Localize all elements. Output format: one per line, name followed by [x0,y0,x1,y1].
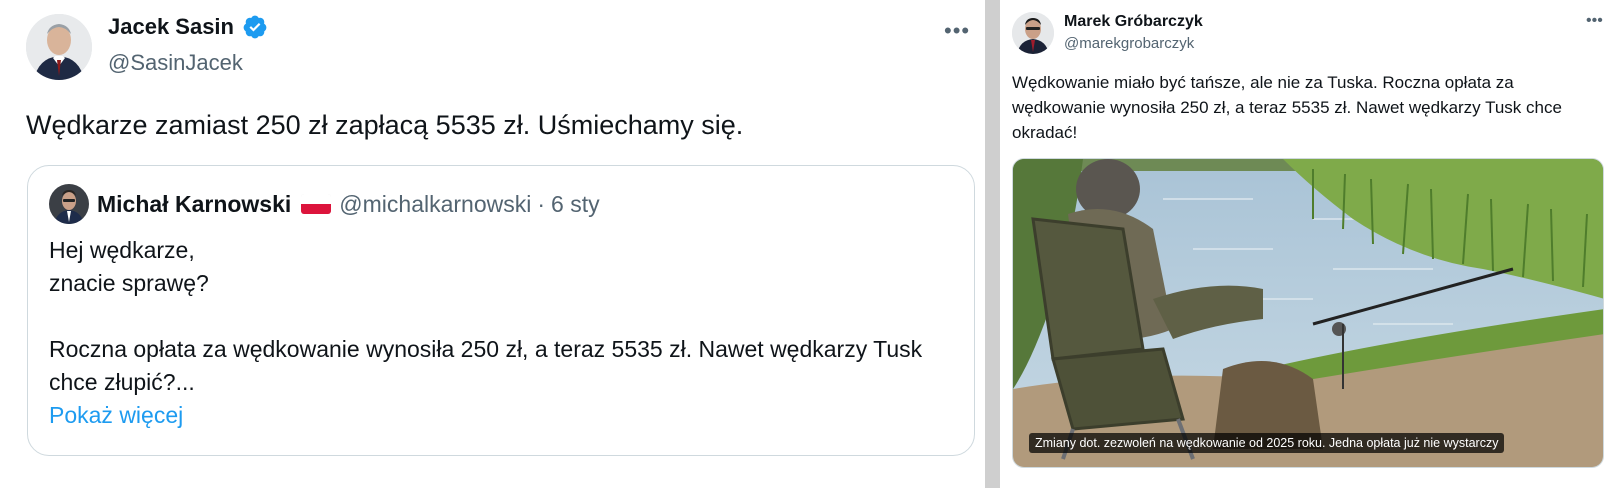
left-tweet: Jacek Sasin @SasinJacek ••• Wędkarze zam… [0,0,985,488]
quoted-author-handle[interactable]: @michalkarnowski [339,191,531,218]
quoted-author-name[interactable]: Michał Karnowski [97,191,291,218]
media-caption: Zmiany dot. zezwoleń na wędkowanie od 20… [1029,433,1505,453]
separator: · [537,190,546,217]
author-name[interactable]: Marek Gróbarczyk [1064,13,1203,31]
tweet-media-image[interactable]: Zmiany dot. zezwoleń na wędkowanie od 20… [1012,158,1604,468]
show-more-link[interactable]: Pokaż więcej [49,399,183,432]
verified-badge-icon [243,15,267,39]
fishing-photo [1013,159,1603,467]
tweet-text: Wędkowanie miało być tańsze, ale nie za … [1012,73,1562,142]
quoted-tweet-body: Hej wędkarze, znacie sprawę? Roczna opła… [49,234,953,432]
tweet-text: Wędkarze zamiast 250 zł zapłacą 5535 zł.… [26,110,744,140]
right-tweet: Marek Gróbarczyk @marekgrobarczyk ••• Wę… [1000,0,1620,488]
avatar[interactable] [1012,12,1054,54]
more-horizontal-icon[interactable]: ••• [1586,12,1603,30]
author-name-text[interactable]: Jacek Sasin [108,14,234,40]
author-name[interactable]: Jacek Sasin [108,14,268,40]
author-handle[interactable]: @marekgrobarczyk [1064,35,1194,52]
quoted-tweet[interactable]: Michał Karnowski @michalkarnowski · 6 st… [27,165,975,456]
quoted-tweet-text: Hej wędkarze, znacie sprawę? Roczna opła… [49,237,923,395]
quoted-tweet-header: Michał Karnowski @michalkarnowski · 6 st… [49,184,953,224]
quoted-avatar[interactable] [49,184,89,224]
avatar[interactable] [26,14,92,80]
more-horizontal-icon[interactable]: ••• [944,18,970,44]
poland-flag-icon [301,194,332,214]
quoted-date[interactable]: 6 sty [551,191,600,218]
panel-divider [985,0,1000,488]
author-handle[interactable]: @SasinJacek [108,50,243,76]
